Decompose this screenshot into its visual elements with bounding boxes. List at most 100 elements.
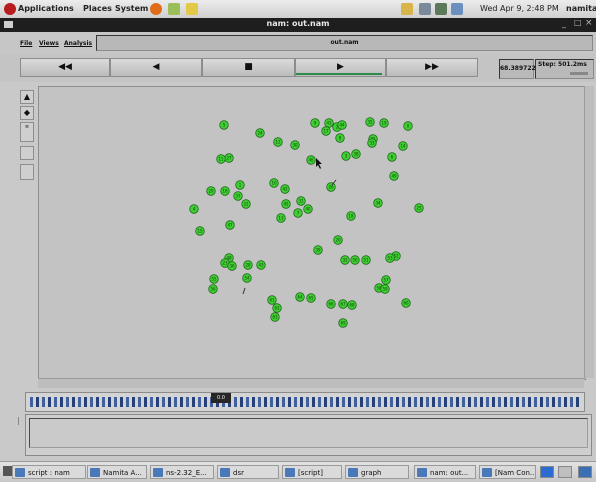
horizontal-scrollbar[interactable] [38, 378, 584, 388]
node-13[interactable]: 13 [276, 213, 286, 223]
system-menu[interactable]: System [115, 4, 148, 13]
taskbar-button[interactable]: [script] [282, 465, 342, 479]
node-35[interactable]: 35 [365, 117, 375, 127]
node-16[interactable]: 16 [220, 186, 230, 196]
node-18[interactable]: 18 [346, 211, 356, 221]
node-34[interactable]: 34 [373, 198, 383, 208]
workspace-switcher-icon[interactable] [578, 466, 592, 478]
node-43[interactable]: 43 [256, 260, 266, 270]
node-64[interactable]: 64 [295, 292, 305, 302]
node-32[interactable]: 32 [340, 255, 350, 265]
node-47[interactable]: 47 [225, 220, 235, 230]
node-9[interactable]: 9 [310, 118, 320, 128]
taskbar-button[interactable]: Namita A... [87, 465, 147, 479]
node-57[interactable]: 57 [381, 275, 391, 285]
node-45[interactable]: 45 [281, 199, 291, 209]
step-display[interactable]: Step: 501.2ms [535, 59, 594, 79]
notes-icon[interactable] [186, 3, 198, 15]
node-54[interactable]: 54 [242, 273, 252, 283]
node-38[interactable]: 38 [351, 149, 361, 159]
node-56[interactable]: 56 [208, 284, 218, 294]
node-27[interactable]: 27 [224, 153, 234, 163]
node-30[interactable]: 30 [290, 140, 300, 150]
taskbar-button[interactable]: graph [345, 465, 409, 479]
network-canvas[interactable]: 5241230941217448351902711463382114336492… [38, 86, 586, 380]
workspace-switcher-icon[interactable] [540, 466, 554, 478]
annotation-list[interactable] [29, 418, 588, 448]
timeline-slider[interactable]: 0.0 [25, 392, 585, 412]
node-26[interactable]: 26 [326, 182, 336, 192]
node-37[interactable]: 37 [233, 191, 243, 201]
pane-resize-handle[interactable] [18, 417, 25, 425]
rewind-button[interactable]: ◀◀ [20, 58, 110, 77]
node-49[interactable]: 49 [389, 171, 399, 181]
node-33[interactable]: 33 [367, 138, 377, 148]
network-graph[interactable]: 5241230941217448351902711463382114336492… [39, 87, 585, 379]
evolution-icon[interactable] [168, 3, 180, 15]
taskbar-button[interactable]: script : nam [12, 465, 86, 479]
step-slider[interactable] [570, 72, 588, 75]
node-66[interactable]: 66 [326, 299, 336, 309]
node-41[interactable]: 41 [324, 118, 334, 128]
clock[interactable]: Wed Apr 9, 2:48 PM [480, 4, 559, 13]
node-14[interactable]: 14 [398, 141, 408, 151]
edit-tool-icon[interactable]: ≡ [20, 122, 34, 142]
node-68[interactable]: 68 [347, 300, 357, 310]
node-67[interactable]: 67 [338, 299, 348, 309]
node-12[interactable]: 12 [273, 137, 283, 147]
node-29[interactable]: 29 [206, 186, 216, 196]
node-19[interactable]: 19 [379, 118, 389, 128]
analysis-menu[interactable]: Analysis [64, 40, 92, 47]
node-40[interactable]: 40 [303, 204, 313, 214]
window-title-bar[interactable]: nam: out.nam _ □ × [0, 18, 596, 32]
timeline-marker[interactable]: 0.0 [211, 393, 231, 403]
file-menu[interactable]: File [20, 40, 32, 47]
node-25[interactable]: 25 [414, 203, 424, 213]
places-menu[interactable]: Places [83, 4, 112, 13]
zoom-in-icon[interactable]: ▲ [20, 90, 34, 104]
node-44[interactable]: 44 [337, 120, 347, 130]
taskbar-button[interactable]: ns-2.32_E... [150, 465, 214, 479]
step-back-button[interactable]: ◀ [110, 58, 202, 77]
node-46[interactable]: 46 [306, 155, 316, 165]
node-24[interactable]: 24 [255, 128, 265, 138]
views-menu[interactable]: Views [39, 40, 59, 47]
node-65[interactable]: 65 [306, 293, 316, 303]
taskbar-button[interactable]: dsr [217, 465, 279, 479]
node-50[interactable]: 50 [350, 255, 360, 265]
node-5[interactable]: 5 [219, 120, 229, 130]
workspace-switcher-icon[interactable] [558, 466, 572, 478]
node-69[interactable]: 69 [338, 318, 348, 328]
node-42[interactable]: 42 [280, 184, 290, 194]
node-39[interactable]: 39 [313, 245, 323, 255]
applications-menu[interactable]: Applications [18, 4, 74, 13]
stop-button[interactable]: ■ [202, 58, 295, 77]
node-1[interactable]: 1 [235, 180, 245, 190]
node-36[interactable]: 36 [227, 261, 237, 271]
node-28[interactable]: 28 [243, 260, 253, 270]
node-61[interactable]: 61 [267, 295, 277, 305]
maximize-button[interactable]: □ [574, 18, 582, 27]
node-17[interactable]: 17 [321, 126, 331, 136]
close-button[interactable]: × [585, 18, 593, 28]
node-11[interactable]: 11 [216, 154, 226, 164]
taskbar-button[interactable]: nam: out... [414, 465, 476, 479]
node-22[interactable]: 22 [241, 199, 251, 209]
volume-icon[interactable] [419, 3, 431, 15]
node-55[interactable]: 55 [209, 274, 219, 284]
node-8[interactable]: 8 [335, 133, 345, 143]
gnome-foot-icon[interactable] [4, 3, 16, 15]
node-6[interactable]: 6 [387, 152, 397, 162]
user-name[interactable]: namita [566, 4, 596, 13]
node-7[interactable]: 7 [293, 208, 303, 218]
battery-icon[interactable] [451, 3, 463, 15]
node-10[interactable]: 10 [269, 178, 279, 188]
node-51[interactable]: 51 [361, 255, 371, 265]
node-15[interactable]: 15 [195, 226, 205, 236]
node-59[interactable]: 59 [380, 284, 390, 294]
taskbar-button[interactable]: [Nam Con... [479, 465, 536, 479]
node-62[interactable]: 62 [272, 303, 282, 313]
node-3[interactable]: 3 [341, 151, 351, 161]
minimize-button[interactable]: _ [562, 19, 566, 28]
update-notifier-icon[interactable] [401, 3, 413, 15]
